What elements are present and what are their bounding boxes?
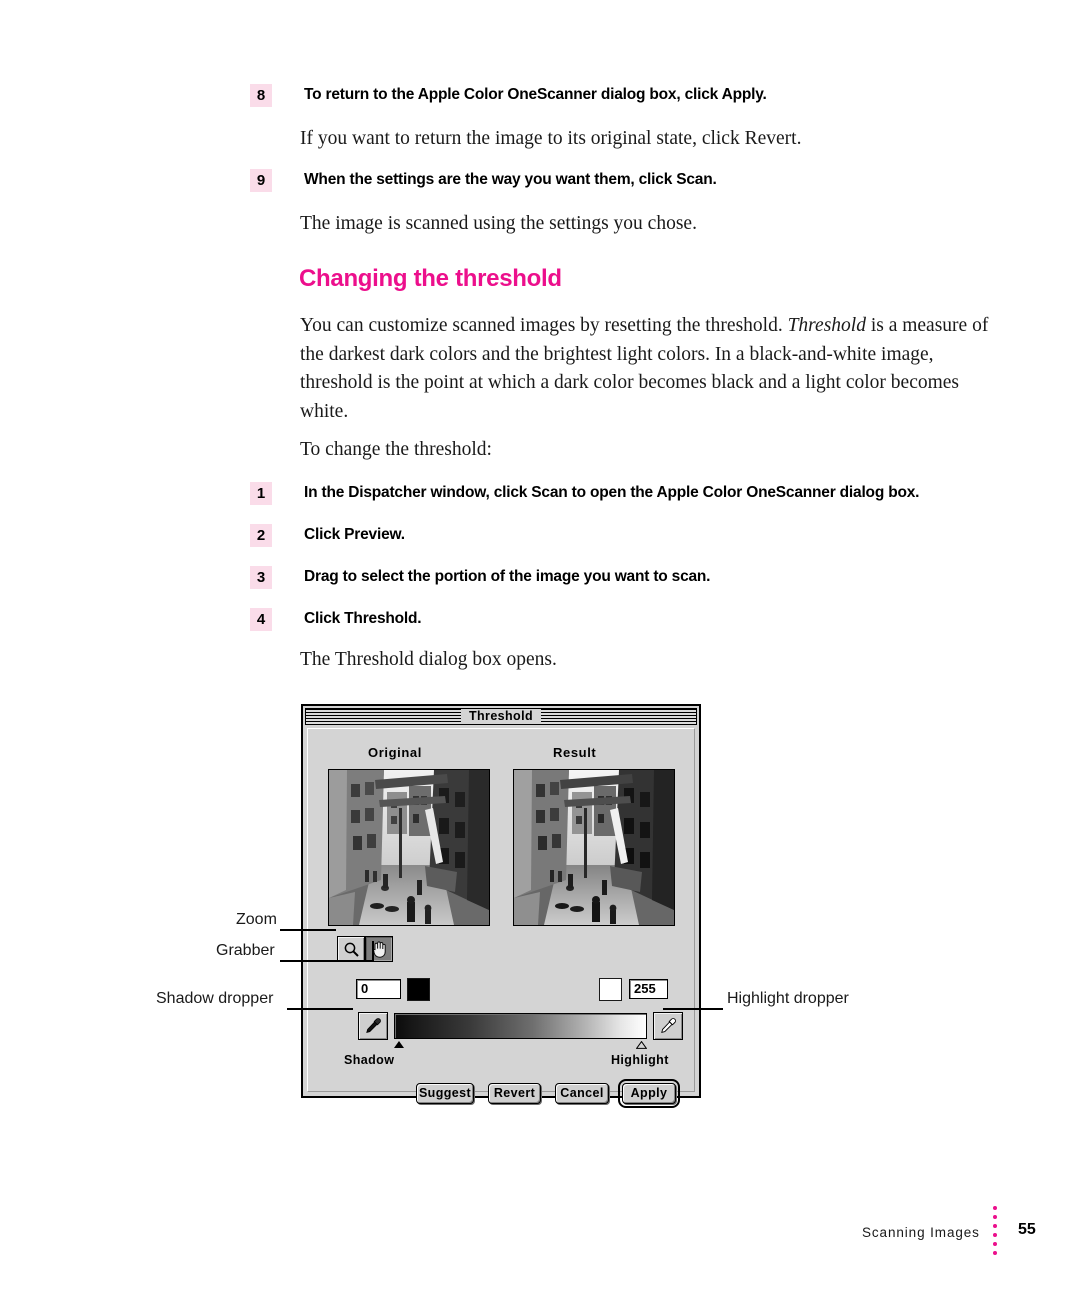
- shadow-ramp-label: Shadow: [344, 1053, 395, 1067]
- callout-leader-highlight-dropper: [663, 1008, 723, 1010]
- result-preview-image[interactable]: [513, 769, 675, 926]
- step-number-badge: 4: [250, 608, 272, 631]
- step-item: 3 Drag to select the portion of the imag…: [250, 566, 1010, 589]
- step-text: When the settings are the way you want t…: [304, 171, 717, 188]
- original-pane-label: Original: [368, 745, 422, 760]
- step-text: Drag to select the portion of the image …: [304, 568, 711, 585]
- callout-leader-grabber-v: [372, 941, 374, 961]
- threshold-dialog: Threshold Original Result 0 255 Shadow H…: [301, 704, 701, 1108]
- section-heading: Changing the threshold: [299, 265, 562, 292]
- highlight-ramp-label: Highlight: [611, 1053, 669, 1067]
- section-paragraph: You can customize scanned images by rese…: [300, 312, 990, 426]
- dialog-title: Threshold: [460, 709, 542, 724]
- highlight-slider-marker[interactable]: [636, 1041, 647, 1049]
- result-pane-label: Result: [553, 745, 597, 760]
- magnifier-icon: [344, 942, 359, 957]
- street-scene-result-illustration: [514, 770, 674, 925]
- highlight-color-swatch[interactable]: [599, 978, 622, 1001]
- apply-button[interactable]: Apply: [622, 1083, 676, 1104]
- footer-dot: [993, 1206, 997, 1210]
- suggest-button[interactable]: Suggest: [416, 1083, 474, 1104]
- step-item: 4 Click Threshold.: [250, 608, 1010, 631]
- callout-leader-shadow-dropper: [287, 1008, 353, 1010]
- callout-label-grabber: Grabber: [216, 942, 275, 959]
- footer-dot: [993, 1215, 997, 1219]
- grabber-tool-button[interactable]: [365, 936, 393, 962]
- threshold-gradient-ramp[interactable]: [394, 1013, 647, 1039]
- callout-label-shadow-dropper: Shadow dropper: [156, 990, 274, 1007]
- step-number-badge: 8: [250, 84, 272, 107]
- section-lead-in: To change the threshold:: [300, 439, 492, 460]
- shadow-color-swatch[interactable]: [407, 978, 430, 1001]
- footer-dot: [993, 1224, 997, 1228]
- dialog-opens-note: The Threshold dialog box opens.: [300, 649, 557, 670]
- paragraph-part-1: You can customize scanned images by rese…: [300, 315, 788, 336]
- original-preview-image[interactable]: [328, 769, 490, 926]
- footer-dot: [993, 1251, 997, 1255]
- paragraph-emphasis: Threshold: [787, 315, 866, 336]
- footer-dot: [993, 1242, 997, 1246]
- highlight-dropper-button[interactable]: [653, 1012, 683, 1040]
- shadow-dropper-button[interactable]: [358, 1012, 388, 1040]
- eyedropper-black-icon: [366, 1018, 381, 1033]
- step-note: If you want to return the image to its o…: [300, 128, 802, 149]
- step-item: 9 When the settings are the way you want…: [250, 169, 1010, 192]
- shadow-value-input[interactable]: 0: [356, 979, 401, 999]
- footer-dot: [993, 1233, 997, 1237]
- step-item: 2 Click Preview.: [250, 524, 1010, 547]
- revert-button[interactable]: Revert: [488, 1083, 541, 1104]
- dialog-content: Original Result 0 255 Shadow Highlight S…: [307, 728, 695, 1108]
- step-item: 8 To return to the Apple Color OneScanne…: [250, 84, 1010, 107]
- step-number-badge: 9: [250, 169, 272, 192]
- callout-label-zoom: Zoom: [236, 911, 277, 928]
- street-scene-original-illustration: [329, 770, 489, 925]
- eyedropper-white-icon: [661, 1018, 676, 1034]
- dialog-title-bar: Threshold: [305, 708, 697, 725]
- callout-label-highlight-dropper: Highlight dropper: [727, 990, 849, 1007]
- footer-dot-rule: [993, 1206, 997, 1255]
- step-number-badge: 3: [250, 566, 272, 589]
- zoom-tool-button[interactable]: [337, 936, 365, 962]
- step-text: In the Dispatcher window, click Scan to …: [304, 484, 920, 501]
- footer-section-label: Scanning Images: [862, 1225, 980, 1240]
- shadow-slider-marker[interactable]: [394, 1041, 404, 1048]
- highlight-value-input[interactable]: 255: [629, 979, 668, 999]
- footer-page-number: 55: [1018, 1221, 1036, 1238]
- cancel-button[interactable]: Cancel: [555, 1083, 609, 1104]
- step-number-badge: 2: [250, 524, 272, 547]
- document-page: 8 To return to the Apple Color OneScanne…: [0, 0, 1080, 1296]
- callout-leader-grabber-h: [280, 960, 373, 962]
- step-item: 1 In the Dispatcher window, click Scan t…: [250, 482, 1010, 505]
- step-note: The image is scanned using the settings …: [300, 213, 697, 234]
- step-number-badge: 1: [250, 482, 272, 505]
- callout-leader-zoom: [280, 929, 336, 931]
- step-text: To return to the Apple Color OneScanner …: [304, 86, 767, 103]
- step-text: Click Threshold.: [304, 610, 422, 627]
- step-text: Click Preview.: [304, 526, 405, 543]
